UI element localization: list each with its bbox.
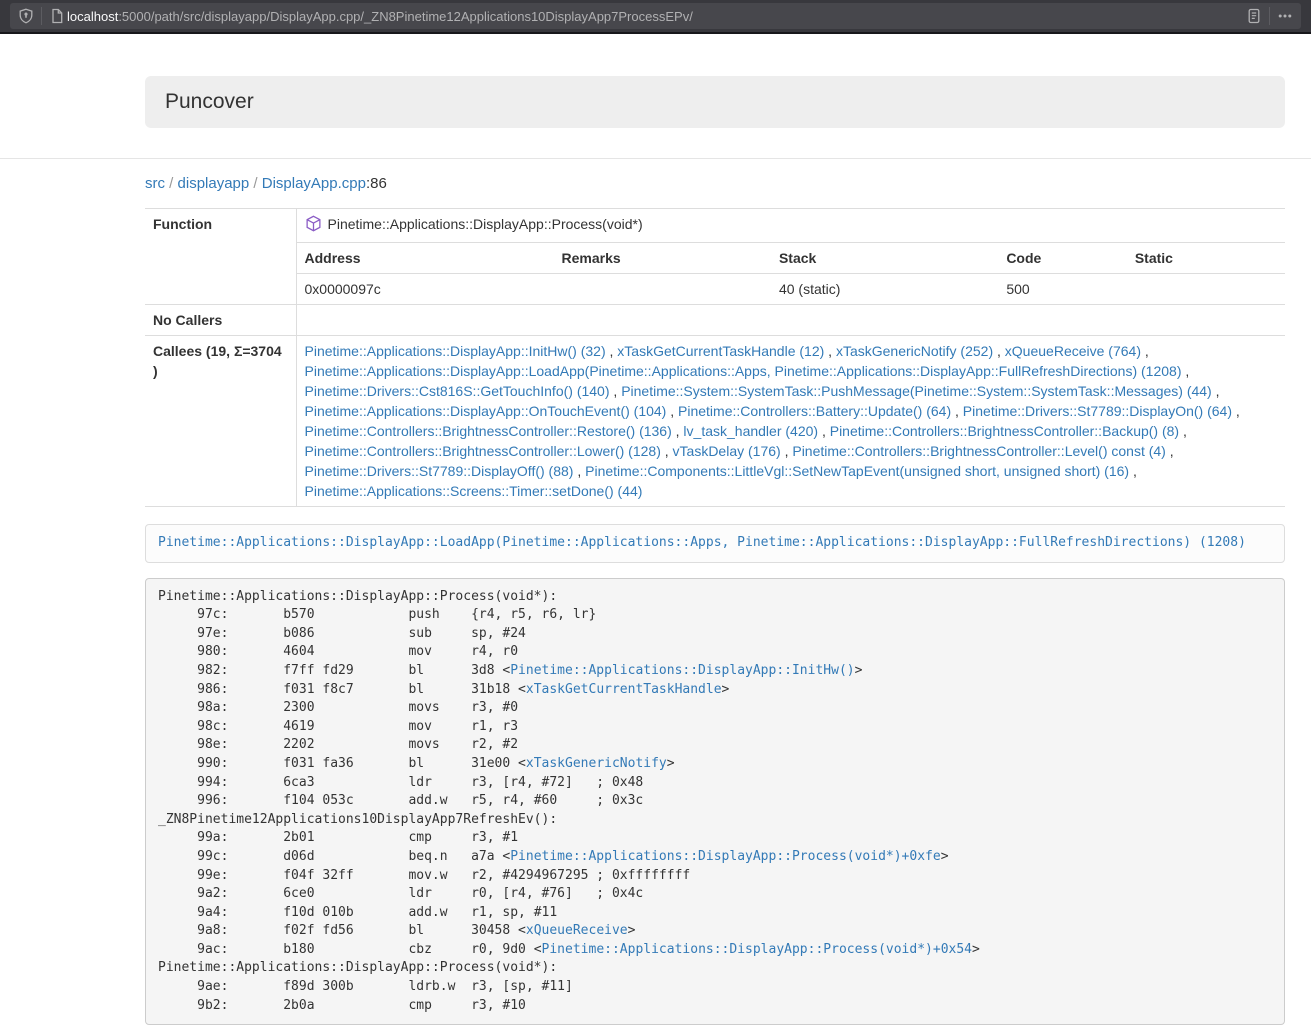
stats-value-address: 0x0000097c	[297, 274, 554, 305]
callee-link[interactable]: xQueueReceive (764)	[1005, 343, 1141, 359]
callee-separator: ,	[781, 443, 793, 459]
callee-link[interactable]: Pinetime::Controllers::BrightnessControl…	[305, 443, 661, 459]
breadcrumb: src / displayapp / DisplayApp.cpp:86	[145, 173, 1285, 194]
page-icon	[49, 8, 65, 24]
callee-separator: ,	[1179, 423, 1187, 439]
callee-separator: ,	[951, 403, 963, 419]
stats-header-code: Code	[998, 243, 1127, 274]
highlighted-call-snippet: Pinetime::Applications::DisplayApp::Load…	[145, 524, 1285, 563]
divider	[0, 158, 1311, 159]
browser-toolbar: localhost:5000/path/src/displayapp/Displ…	[0, 0, 1311, 34]
callee-link[interactable]: Pinetime::Applications::DisplayApp::Init…	[305, 343, 606, 359]
callee-link[interactable]: xTaskGetCurrentTaskHandle (12)	[617, 343, 824, 359]
callee-link[interactable]: xTaskGenericNotify (252)	[836, 343, 993, 359]
breadcrumb-link-file[interactable]: DisplayApp.cpp	[262, 175, 366, 192]
callee-separator: ,	[1212, 383, 1220, 399]
callee-separator: ,	[573, 463, 585, 479]
callee-link[interactable]: lv_task_handler (420)	[683, 423, 818, 439]
callee-link[interactable]: Pinetime::Applications::DisplayApp::OnTo…	[305, 403, 667, 419]
package-icon	[305, 215, 322, 237]
callee-link[interactable]: Pinetime::Drivers::Cst816S::GetTouchInfo…	[305, 383, 610, 399]
callee-link[interactable]: Pinetime::Applications::Screens::Timer::…	[305, 483, 643, 499]
asm-symbol-link[interactable]: xQueueReceive	[526, 923, 628, 938]
url-text[interactable]: localhost:5000/path/src/displayapp/Displ…	[67, 9, 1246, 24]
stats-header-remarks: Remarks	[554, 243, 771, 274]
assembly-code: Pinetime::Applications::DisplayApp::Proc…	[145, 578, 1285, 1025]
callee-separator: ,	[824, 343, 836, 359]
breadcrumb-line-number: :86	[366, 175, 387, 192]
function-name-cell: Pinetime::Applications::DisplayApp::Proc…	[296, 209, 1285, 243]
callee-separator: ,	[666, 403, 678, 419]
callee-separator: ,	[1141, 343, 1149, 359]
snippet-link[interactable]: Pinetime::Applications::DisplayApp::Load…	[158, 535, 1246, 550]
breadcrumb-link-displayapp[interactable]: displayapp	[178, 175, 250, 192]
reader-mode-icon[interactable]	[1246, 8, 1262, 24]
callee-separator: ,	[672, 423, 684, 439]
callee-link[interactable]: Pinetime::Controllers::BrightnessControl…	[792, 443, 1165, 459]
callee-link[interactable]: Pinetime::Controllers::BrightnessControl…	[830, 423, 1179, 439]
callee-separator: ,	[1129, 463, 1137, 479]
callees-cell: Pinetime::Applications::DisplayApp::Init…	[296, 336, 1285, 507]
callee-separator: ,	[1232, 403, 1240, 419]
breadcrumb-separator: /	[165, 175, 178, 192]
callee-separator: ,	[661, 443, 673, 459]
stats-header-address: Address	[297, 243, 554, 274]
callee-link[interactable]: Pinetime::System::SystemTask::PushMessag…	[621, 383, 1212, 399]
callee-separator: ,	[818, 423, 830, 439]
stats-value-stack: 40 (static)	[771, 274, 998, 305]
callees-row-label: Callees (19, Σ=3704 )	[145, 336, 296, 507]
breadcrumb-link-src[interactable]: src	[145, 175, 165, 192]
asm-symbol-link[interactable]: xTaskGetCurrentTaskHandle	[526, 682, 722, 697]
callee-link[interactable]: Pinetime::Applications::DisplayApp::Load…	[305, 363, 1182, 379]
asm-symbol-link[interactable]: Pinetime::Applications::DisplayApp::Proc…	[542, 942, 972, 957]
asm-symbol-link[interactable]: xTaskGenericNotify	[526, 756, 667, 771]
callee-separator: ,	[606, 343, 618, 359]
callers-row-label: No Callers	[145, 305, 296, 336]
function-detail-table: Function Pinetime::Applications::Display…	[145, 208, 1285, 507]
stats-table: Address Remarks Stack Code Static 0x0000…	[297, 243, 1286, 304]
callee-separator: ,	[993, 343, 1005, 359]
stats-value-code: 500	[998, 274, 1127, 305]
callee-separator: ,	[610, 383, 622, 399]
callee-separator: ,	[1181, 363, 1189, 379]
overflow-menu-icon[interactable]	[1277, 8, 1293, 24]
url-bar[interactable]: localhost:5000/path/src/displayapp/Displ…	[10, 3, 1301, 29]
page-title: Puncover	[145, 76, 1285, 128]
callee-link[interactable]: Pinetime::Controllers::BrightnessControl…	[305, 423, 672, 439]
callee-link[interactable]: Pinetime::Drivers::St7789::DisplayOn() (…	[963, 403, 1232, 419]
function-row-label: Function	[145, 209, 296, 305]
shield-icon[interactable]	[18, 8, 34, 24]
stats-value-remarks	[554, 274, 771, 305]
breadcrumb-separator: /	[249, 175, 262, 192]
urlbar-divider	[41, 7, 42, 25]
callee-link[interactable]: Pinetime::Drivers::St7789::DisplayOff() …	[305, 463, 574, 479]
stats-header-static: Static	[1127, 243, 1285, 274]
callers-cell	[296, 305, 1285, 336]
asm-symbol-link[interactable]: Pinetime::Applications::DisplayApp::Proc…	[510, 849, 940, 864]
url-path: :5000/path/src/displayapp/DisplayApp.cpp…	[118, 9, 693, 24]
function-name: Pinetime::Applications::DisplayApp::Proc…	[328, 216, 643, 232]
urlbar-divider-right	[1269, 7, 1270, 25]
url-host: localhost	[67, 9, 118, 24]
callee-link[interactable]: vTaskDelay (176)	[673, 443, 781, 459]
stats-header-stack: Stack	[771, 243, 998, 274]
callee-link[interactable]: Pinetime::Controllers::Battery::Update()…	[678, 403, 951, 419]
callee-separator: ,	[1166, 443, 1174, 459]
stats-value-static	[1127, 274, 1285, 305]
stats-cell: Address Remarks Stack Code Static 0x0000…	[296, 243, 1285, 305]
callee-link[interactable]: Pinetime::Components::LittleVgl::SetNewT…	[585, 463, 1129, 479]
asm-symbol-link[interactable]: Pinetime::Applications::DisplayApp::Init…	[510, 663, 854, 678]
